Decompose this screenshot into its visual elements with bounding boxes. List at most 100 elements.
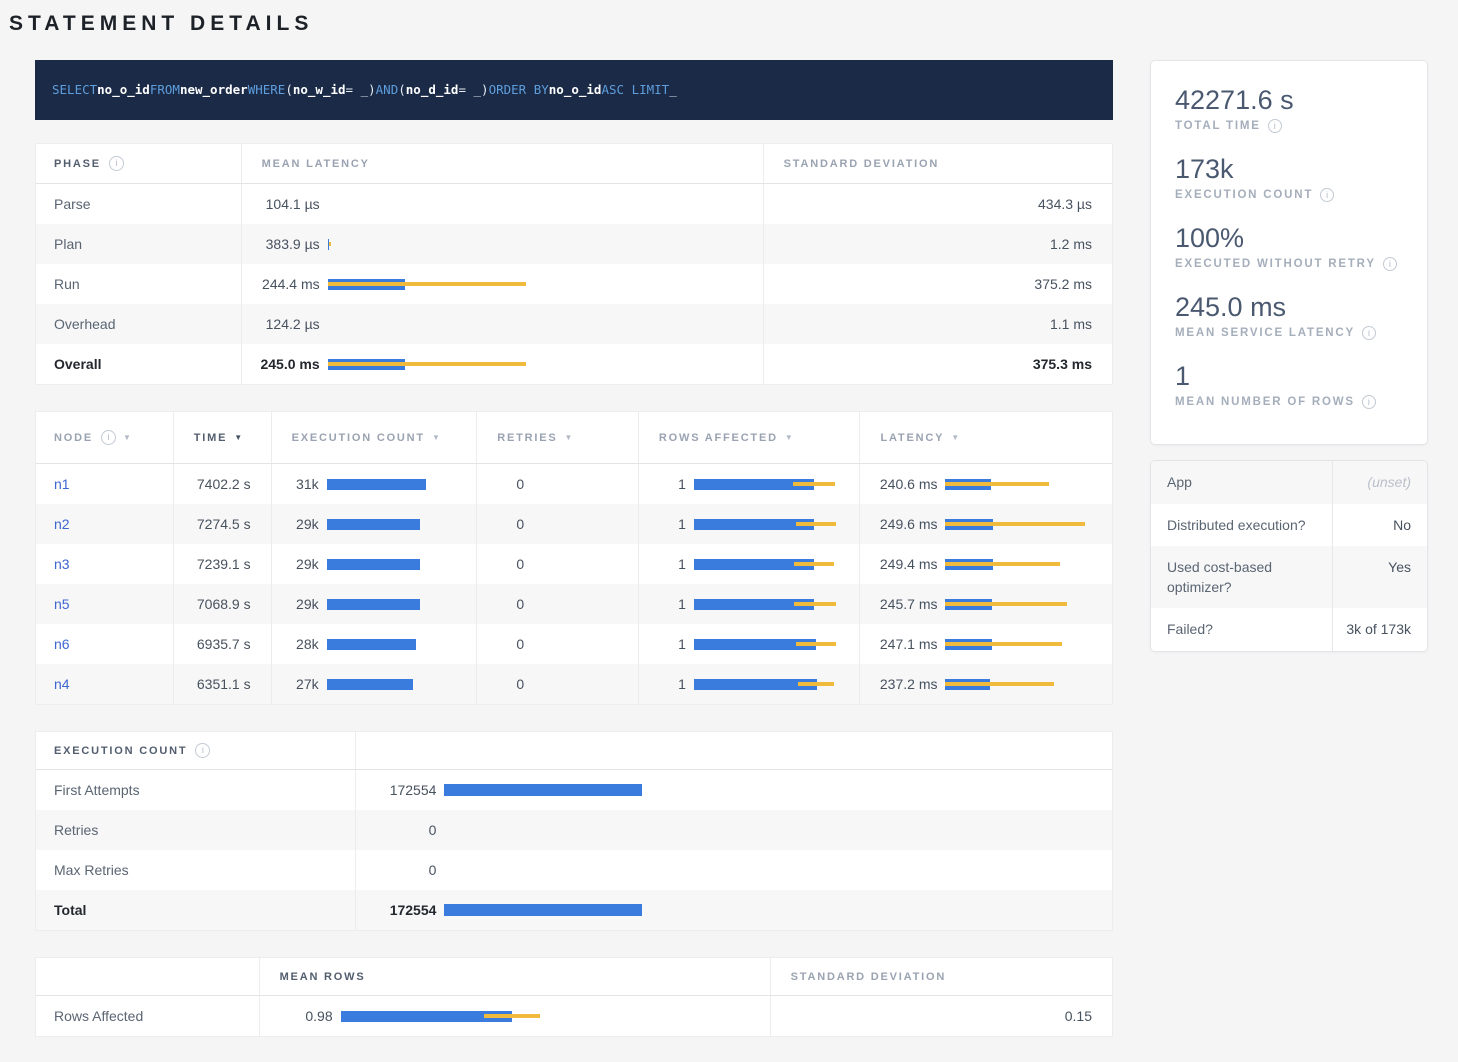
retries-value: 0 — [477, 676, 532, 692]
column-header-label: STANDARD DEVIATION — [791, 971, 946, 983]
latency-value: 249.6 ms — [860, 516, 945, 532]
table-title-execution-count: EXECUTION COUNT i — [36, 732, 355, 769]
sort-arrow-icon: ▼ — [564, 433, 572, 442]
info-icon[interactable]: i — [195, 743, 210, 758]
column-header-retries[interactable]: RETRIES ▼ — [476, 412, 638, 463]
info-icon[interactable]: i — [1362, 395, 1376, 409]
column-header-node[interactable]: NODE i ▼ — [36, 412, 173, 463]
column-header-mean-rows: MEAN ROWS — [259, 958, 770, 995]
node-link[interactable]: n2 — [54, 516, 70, 532]
phase-name: Overall — [36, 344, 241, 384]
property-value: Yes — [1332, 546, 1427, 609]
node-link[interactable]: n3 — [54, 556, 70, 572]
sql-text: ( — [398, 81, 406, 99]
execution-count-value: 28k — [272, 636, 327, 652]
table-row-node: n3 7239.1 s 29k 0 1 249.4 ms — [36, 544, 1112, 584]
sql-text: ( — [285, 81, 293, 99]
table-row-parse: Parse 104.1 µs 434.3 µs — [36, 184, 1112, 224]
node-link[interactable]: n4 — [54, 676, 70, 692]
sort-arrow-icon: ▼ — [432, 433, 440, 442]
latency-bar — [945, 519, 1102, 530]
latency-bar — [945, 479, 1102, 490]
count-bar-fill — [444, 784, 642, 796]
mean-rows-value: 0.98 — [260, 1008, 341, 1024]
retries-bar — [532, 519, 628, 530]
info-icon[interactable]: i — [1362, 326, 1376, 340]
node-link[interactable]: n1 — [54, 476, 70, 492]
column-header-execution-count[interactable]: EXECUTION COUNT ▼ — [271, 412, 477, 463]
sql-text: = _) — [346, 81, 376, 99]
column-header-label: TIME — [194, 432, 227, 444]
node-link[interactable]: n5 — [54, 596, 70, 612]
stat-mean-number-of-rows: 1 MEAN NUMBER OF ROWSi — [1175, 361, 1403, 409]
latency-bar — [945, 639, 1102, 650]
stddev-value: 434.3 µs — [763, 184, 1112, 224]
property-row-cost-based-optimizer: Used cost-based optimizer? Yes — [1151, 546, 1427, 609]
table-row-plan: Plan 383.9 µs 1.2 ms — [36, 224, 1112, 264]
table-row-retries: Retries 0 — [36, 810, 1112, 850]
table-row-run: Run 244.4 ms 375.2 ms — [36, 264, 1112, 304]
latency-bar — [945, 679, 1102, 690]
stddev-line — [796, 642, 836, 646]
column-header-label: LATENCY — [880, 432, 944, 444]
info-icon[interactable]: i — [109, 156, 124, 171]
column-header-label: MEAN ROWS — [280, 971, 366, 983]
count-value: 0 — [356, 862, 444, 878]
latency-bar — [328, 279, 753, 290]
sort-arrow-icon: ▼ — [123, 433, 131, 442]
rows-affected-bar — [694, 679, 850, 690]
stddev-value: 375.2 ms — [763, 264, 1112, 304]
info-icon[interactable]: i — [1383, 257, 1397, 271]
page-title: STATEMENT DETAILS — [9, 12, 1428, 36]
execution-count-bar — [327, 519, 467, 530]
table-row-total: Total 172554 — [36, 890, 1112, 930]
column-header-latency[interactable]: LATENCY ▼ — [859, 412, 1112, 463]
execution-count-value: 27k — [272, 676, 327, 692]
property-label: Failed? — [1151, 608, 1332, 650]
stddev-line — [945, 642, 1062, 646]
column-header-rows-affected[interactable]: ROWS AFFECTED ▼ — [638, 412, 860, 463]
property-label: Distributed execution? — [1151, 504, 1332, 546]
retries-value: 0 — [477, 596, 532, 612]
rows-affected-value: 1 — [639, 556, 694, 572]
stddev-line — [945, 602, 1067, 606]
table-row-max-retries: Max Retries 0 — [36, 850, 1112, 890]
stddev-line — [945, 522, 1085, 526]
latency-value: 249.4 ms — [860, 556, 945, 572]
latency-value: 245.7 ms — [860, 596, 945, 612]
count-bar — [327, 519, 420, 530]
column-header-time[interactable]: TIME ▼ — [173, 412, 271, 463]
sql-identifier: new_order — [180, 81, 248, 99]
rows-affected-value: 1 — [639, 516, 694, 532]
column-header-standard-deviation: STANDARD DEVIATION — [763, 144, 1112, 183]
stddev-line — [945, 562, 1060, 566]
sql-statement-box: SELECT no_o_id FROM new_order WHERE (no_… — [35, 60, 1113, 120]
latency-bar — [328, 199, 753, 210]
info-icon[interactable]: i — [1268, 119, 1282, 133]
node-link[interactable]: n6 — [54, 636, 70, 652]
count-bar-fill — [444, 904, 642, 916]
info-icon[interactable]: i — [101, 430, 116, 445]
rows-affected-value: 1 — [639, 636, 694, 652]
stat-value: 42271.6 s — [1175, 85, 1403, 116]
column-header-label: NODE — [54, 432, 93, 444]
statement-details-page: STATEMENT DETAILS SELECT no_o_id FROM ne… — [0, 0, 1458, 1062]
stddev-value: 1.2 ms — [763, 224, 1112, 264]
sql-keyword: ORDER BY — [489, 81, 549, 99]
property-value: (unset) — [1332, 461, 1427, 503]
sql-keyword: FROM — [150, 81, 180, 99]
count-row-label: First Attempts — [36, 770, 355, 810]
mean-rows-bar — [341, 1011, 760, 1022]
execution-count-value: 31k — [272, 476, 327, 492]
stddev-line — [796, 522, 836, 526]
table-row-node: n5 7068.9 s 29k 0 1 245.7 ms — [36, 584, 1112, 624]
mean-latency-value: 244.4 ms — [242, 276, 328, 292]
table-row-node: n2 7274.5 s 29k 0 1 249.6 ms — [36, 504, 1112, 544]
count-value: 172554 — [356, 782, 444, 798]
latency-bar — [328, 319, 753, 330]
stddev-value: 0.15 — [770, 996, 1112, 1036]
info-icon[interactable]: i — [1320, 188, 1334, 202]
table-row-node: n4 6351.1 s 27k 0 1 237.2 ms — [36, 664, 1112, 704]
stddev-line — [328, 362, 526, 366]
stat-mean-service-latency: 245.0 ms MEAN SERVICE LATENCYi — [1175, 292, 1403, 340]
